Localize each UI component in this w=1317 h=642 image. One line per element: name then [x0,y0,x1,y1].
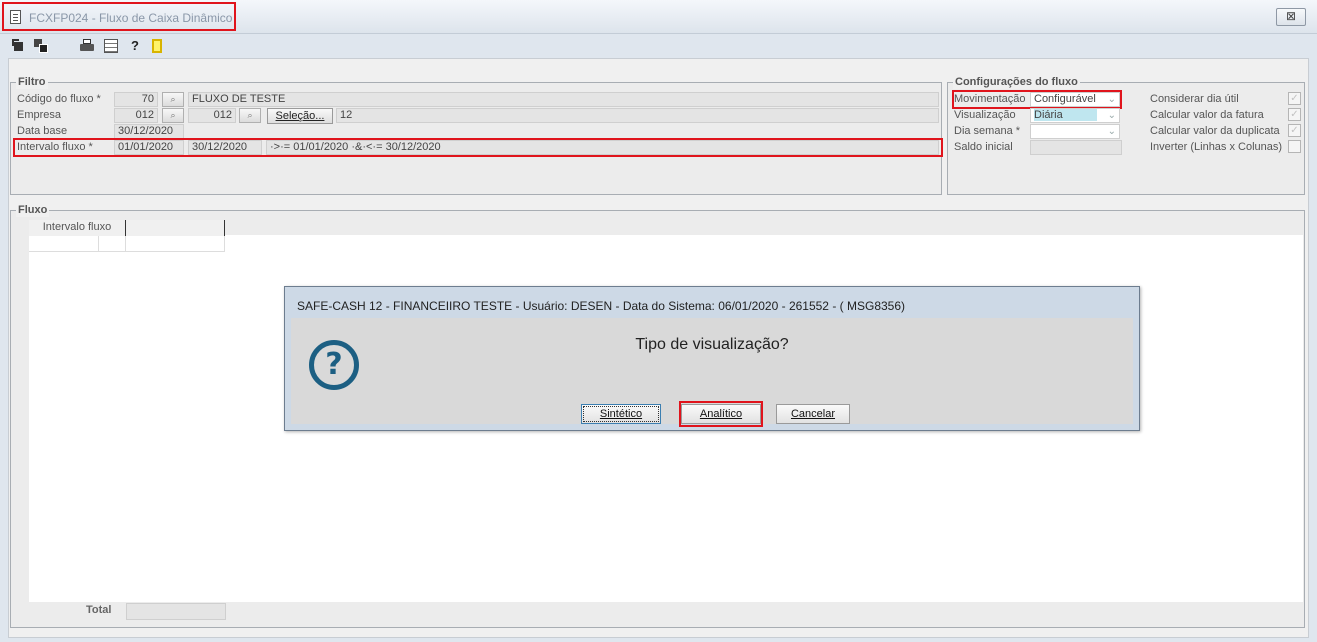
calc-duplicata-label: Calcular valor da duplicata [1150,125,1280,137]
codigo-label: Código do fluxo * [17,93,101,105]
inverter-checkbox[interactable] [1288,140,1301,153]
grid-header-value[interactable] [126,220,225,236]
title-highlight [2,2,236,31]
grid-header-intervalo[interactable]: Intervalo fluxo [29,220,126,236]
fluxo-title: Fluxo [16,203,50,217]
export-icon[interactable] [12,39,26,53]
config-title: Configurações do fluxo [953,75,1080,89]
dialog-body: ? Tipo de visualização? Sintético Analít… [291,318,1133,427]
empresa-field[interactable]: 012 [114,108,158,123]
intervalo-highlight [13,138,943,157]
selecao-button[interactable]: Seleção... [267,108,333,124]
analitico-highlight [679,401,763,427]
selecao-label: Seleção... [275,110,325,122]
visualizacao-value: Diária [1034,109,1097,121]
close-button[interactable]: ⊠ [1276,8,1306,26]
visualization-dialog: SAFE-CASH 12 - FINANCEIIRO TESTE - Usuár… [284,286,1140,431]
chevron-down-icon: ⌄ [1107,110,1116,121]
empresa-field-2[interactable]: 012 [188,108,236,123]
selecao-field: 12 [336,108,939,123]
empresa-search-button[interactable]: ⌕ [162,108,184,123]
table-icon[interactable] [104,39,118,53]
total-label: Total [86,604,112,616]
visualizacao-select[interactable]: Diária ⌄ [1030,108,1120,123]
dialog-title: SAFE-CASH 12 - FINANCEIIRO TESTE - Usuár… [297,299,906,313]
help-icon[interactable]: ? [128,39,142,53]
saldo-field[interactable] [1030,140,1122,155]
visualizacao-label: Visualização [954,109,1016,121]
toolbar: ? [8,36,1309,58]
filtro-group: Filtro Código do fluxo * 70 ⌕ FLUXO DE T… [10,75,943,195]
empresa-search-button-2[interactable]: ⌕ [239,108,261,123]
saldo-label: Saldo inicial [954,141,1013,153]
cancelar-button[interactable]: Cancelar [776,404,850,424]
grid-cell[interactable] [29,236,99,252]
calc-fatura-label: Calcular valor da fatura [1150,109,1264,121]
chevron-down-icon: ⌄ [1107,126,1116,137]
filtro-title: Filtro [16,75,48,89]
dialog-message: Tipo de visualização? [635,336,789,353]
calc-duplicata-checkbox[interactable]: ✓ [1288,124,1301,137]
codigo-field[interactable]: 70 [114,92,158,107]
grid-cell[interactable] [99,236,126,252]
codigo-desc-field: FLUXO DE TESTE [188,92,939,107]
total-field [126,603,226,620]
config-group: Configurações do fluxo Movimentação Conf… [947,75,1305,195]
database-label: Data base [17,125,68,137]
print-icon[interactable] [80,39,94,53]
grid-cell[interactable] [126,236,225,252]
movimentacao-highlight [952,90,1122,109]
diasemana-select[interactable]: ⌄ [1030,124,1120,139]
sintetico-button[interactable]: Sintético [581,404,661,424]
calc-fatura-checkbox[interactable]: ✓ [1288,108,1301,121]
considerar-checkbox[interactable]: ✓ [1288,92,1301,105]
inverter-label: Inverter (Linhas x Colunas) [1150,141,1283,153]
copy-icon[interactable] [34,39,48,53]
empresa-label: Empresa [17,109,62,121]
considerar-label: Considerar dia útil [1150,93,1239,105]
diasemana-label: Dia semana * [954,125,1021,137]
database-field[interactable]: 30/12/2020 [114,124,184,139]
codigo-search-button[interactable]: ⌕ [162,92,184,107]
exit-icon[interactable] [150,39,164,53]
